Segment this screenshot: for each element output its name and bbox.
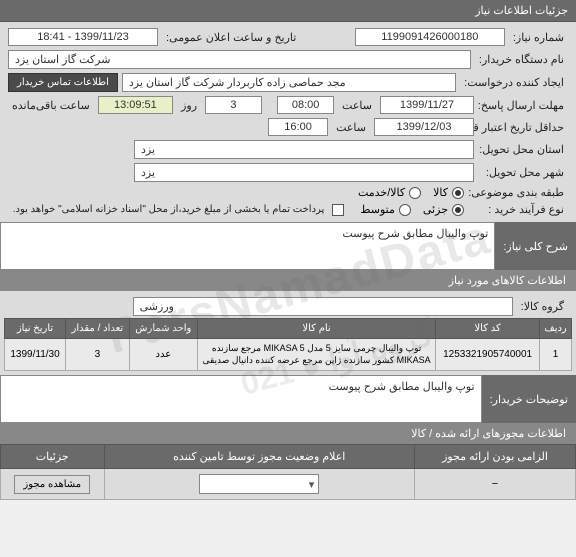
checkbox-treasury[interactable] — [332, 204, 344, 216]
field-announce-date: 1399/11/23 - 18:41 — [8, 28, 158, 46]
label-general-desc: شرح کلی نیاز: — [495, 222, 576, 270]
field-city: یزد — [134, 163, 474, 182]
cell-code: 1253321905740001 — [436, 339, 540, 371]
table-row: 1 1253321905740001 توپ والیبال چرمی سایز… — [5, 339, 572, 371]
section-header-permits: اطلاعات مجوزهای ارائه شده / کالا — [0, 423, 576, 444]
field-days-left: 3 — [205, 96, 262, 114]
label-announce-date: تاریخ و ساعت اعلان عمومی: — [162, 31, 300, 44]
label-hour-1: ساعت — [338, 99, 376, 112]
permits-table: الزامی بودن ارائه مجوز اعلام وضعیت مجوز … — [0, 444, 576, 500]
col-date: تاریخ نیاز — [5, 319, 66, 339]
section-header-items: اطلاعات کالاهای مورد نیاز — [0, 270, 576, 291]
col-row: ردیف — [540, 319, 572, 339]
col-unit: واحد شمارش — [129, 319, 197, 339]
field-reply-date: 1399/11/27 — [380, 96, 474, 114]
label-valid-date: حداقل تاریخ اعتبار قیمت: تا تاریخ: — [478, 121, 568, 134]
field-need-no: 1199091426000180 — [355, 28, 505, 46]
col-details: جزئیات — [1, 445, 105, 469]
field-province: یزد — [134, 140, 474, 159]
radio-goods[interactable]: کالا — [433, 186, 464, 199]
col-qty: تعداد / مقدار — [66, 319, 130, 339]
label-category: طبقه بندی موضوعی: — [468, 186, 568, 199]
label-reply-deadline: مهلت ارسال پاسخ: — [478, 99, 568, 112]
label-creator: ایجاد کننده درخواست: — [460, 76, 568, 89]
label-remaining: ساعت باقی‌مانده — [8, 99, 94, 112]
col-mandatory: الزامی بودن ارائه مجوز — [415, 445, 576, 469]
cell-date: 1399/11/30 — [5, 339, 66, 371]
col-status: اعلام وضعیت مجوز توسط تامین کننده — [104, 445, 415, 469]
view-permit-button[interactable]: مشاهده مجوز — [14, 475, 90, 494]
label-need-no: شماره نیاز: — [509, 31, 568, 44]
buyer-contact-button[interactable]: اطلاعات تماس خریدار — [8, 73, 118, 92]
field-valid-date: 1399/12/03 — [374, 118, 474, 136]
col-code: کد کالا — [436, 319, 540, 339]
radio-goods-label: کالا — [433, 186, 448, 199]
radio-circle-icon — [452, 187, 464, 199]
cell-status — [104, 469, 415, 500]
label-day: روز — [177, 99, 201, 112]
label-city: شهر محل تحویل: — [478, 166, 568, 179]
cell-qty: 3 — [66, 339, 130, 371]
field-reply-time: 08:00 — [277, 96, 334, 114]
col-name: نام کالا — [198, 319, 436, 339]
section-header-need-info: جزئیات اطلاعات نیاز — [0, 0, 576, 22]
field-valid-time: 16:00 — [268, 118, 328, 136]
field-general-desc: توپ والیبال مطابق شرح پیوست — [0, 222, 495, 270]
field-item-group: ورزشی — [133, 297, 513, 316]
cell-mandatory: − — [415, 469, 576, 500]
cell-unit: عدد — [129, 339, 197, 371]
radio-circle-icon — [399, 204, 411, 216]
radio-service[interactable]: کالا/خدمت — [358, 186, 421, 199]
table-row: − مشاهده مجوز — [1, 469, 576, 500]
radio-minor[interactable]: جزئی — [423, 203, 464, 216]
radio-circle-icon — [452, 204, 464, 216]
label-purchase-type: نوع فرآیند خرید : — [468, 203, 568, 216]
label-buyer-notes: توضیحات خریدار: — [482, 375, 576, 423]
label-hour-2: ساعت — [332, 121, 370, 134]
radio-service-label: کالا/خدمت — [358, 186, 405, 199]
radio-minor-label: جزئی — [423, 203, 448, 216]
label-buyer-org: نام دستگاه خریدار: — [475, 53, 568, 66]
cell-name: توپ والیبال چرمی سایز 5 مدل MIKASA 5 مرج… — [198, 339, 436, 371]
status-select[interactable] — [199, 474, 319, 494]
cell-details: مشاهده مجوز — [1, 469, 105, 500]
radio-circle-icon — [409, 187, 421, 199]
field-creator: مجد حماصی زاده کاربردار شرکت گاز استان ی… — [122, 73, 456, 92]
field-countdown: 13:09:51 — [98, 96, 173, 114]
field-buyer-notes: توپ والیبال مطابق شرح پیوست — [0, 375, 482, 423]
items-table: ردیف کد کالا نام کالا واحد شمارش تعداد /… — [4, 318, 572, 371]
radio-medium-label: متوسط — [360, 203, 395, 216]
cell-idx: 1 — [540, 339, 572, 371]
label-province: استان محل تحویل: — [478, 143, 568, 156]
field-buyer-org: شرکت گاز استان یزد — [8, 50, 471, 69]
radio-medium[interactable]: متوسط — [360, 203, 411, 216]
label-pay-note: پرداخت تمام یا بخشی از مبلغ خرید،از محل … — [9, 204, 329, 215]
label-item-group: گروه کالا: — [517, 300, 568, 313]
